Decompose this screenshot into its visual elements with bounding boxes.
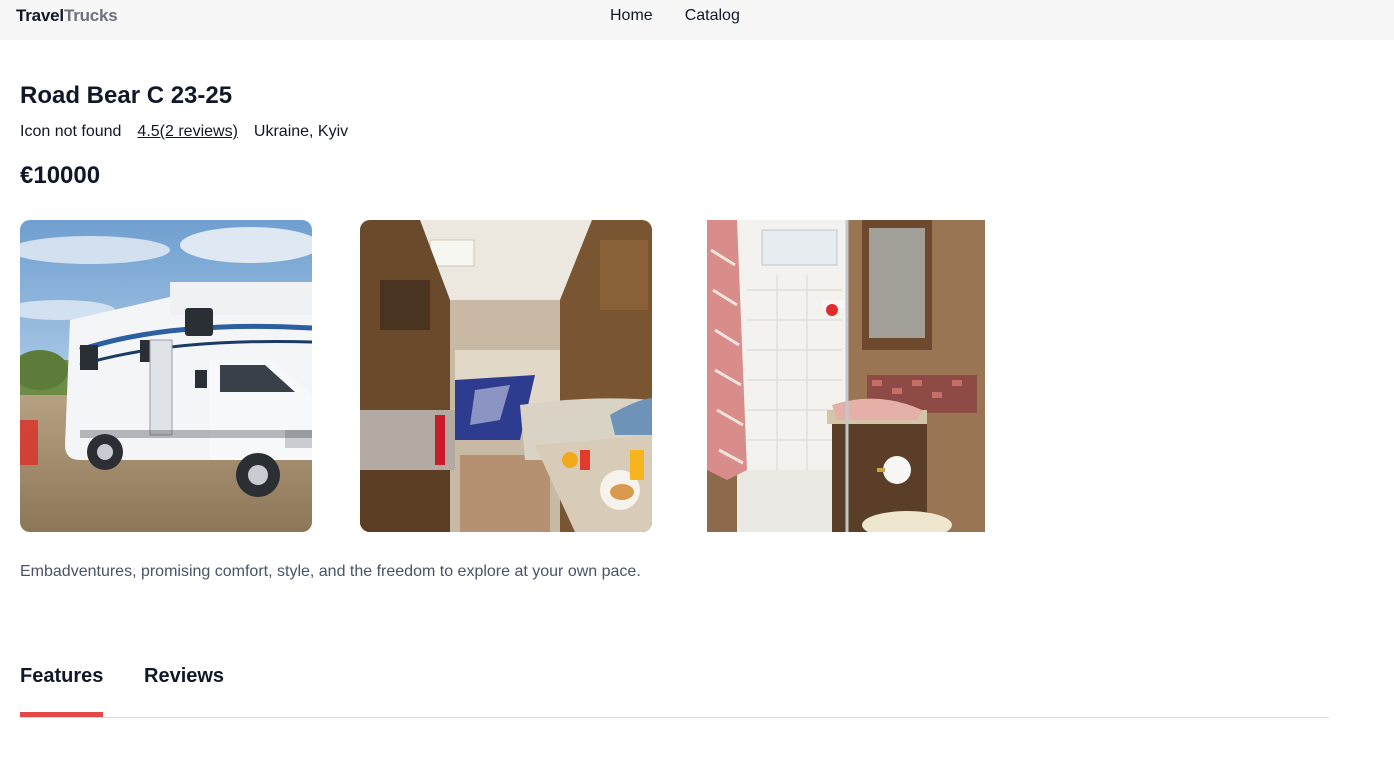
rating-icon-fallback-text: Icon not found bbox=[20, 123, 122, 140]
camper-title: Road Bear C 23-25 bbox=[20, 82, 233, 109]
logo[interactable]: TravelTrucks bbox=[16, 6, 118, 26]
camper-location: Ukraine, Kyiv bbox=[253, 123, 349, 140]
camper-meta-row: Icon not found 4.5(2 reviews) Ukraine, K… bbox=[20, 122, 348, 142]
gallery-photo-exterior[interactable] bbox=[20, 220, 312, 532]
detail-tabs: Features Reviews bbox=[20, 662, 1329, 718]
nav-link-catalog[interactable]: Catalog bbox=[685, 7, 740, 25]
tab-reviews[interactable]: Reviews bbox=[144, 662, 224, 690]
logo-part-trucks: Trucks bbox=[63, 6, 118, 25]
camper-exterior-image bbox=[20, 220, 312, 532]
gallery-photo-interior[interactable] bbox=[360, 220, 652, 532]
site-header: TravelTrucks Home Catalog bbox=[0, 0, 1394, 40]
active-tab-indicator bbox=[20, 712, 103, 717]
camper-bathroom-image bbox=[707, 220, 985, 532]
nav-link-home[interactable]: Home bbox=[610, 7, 653, 25]
camper-price: €10000 bbox=[20, 162, 101, 189]
camper-description: Embadventures, promising comfort, style,… bbox=[20, 563, 641, 580]
tab-features[interactable]: Features bbox=[20, 662, 103, 690]
camper-interior-image bbox=[360, 220, 652, 532]
main-nav: Home Catalog bbox=[610, 7, 740, 25]
gallery-photo-bathroom[interactable] bbox=[707, 220, 985, 532]
logo-part-travel: Travel bbox=[16, 6, 64, 25]
rating-reviews-link[interactable]: 4.5(2 reviews) bbox=[137, 122, 237, 142]
